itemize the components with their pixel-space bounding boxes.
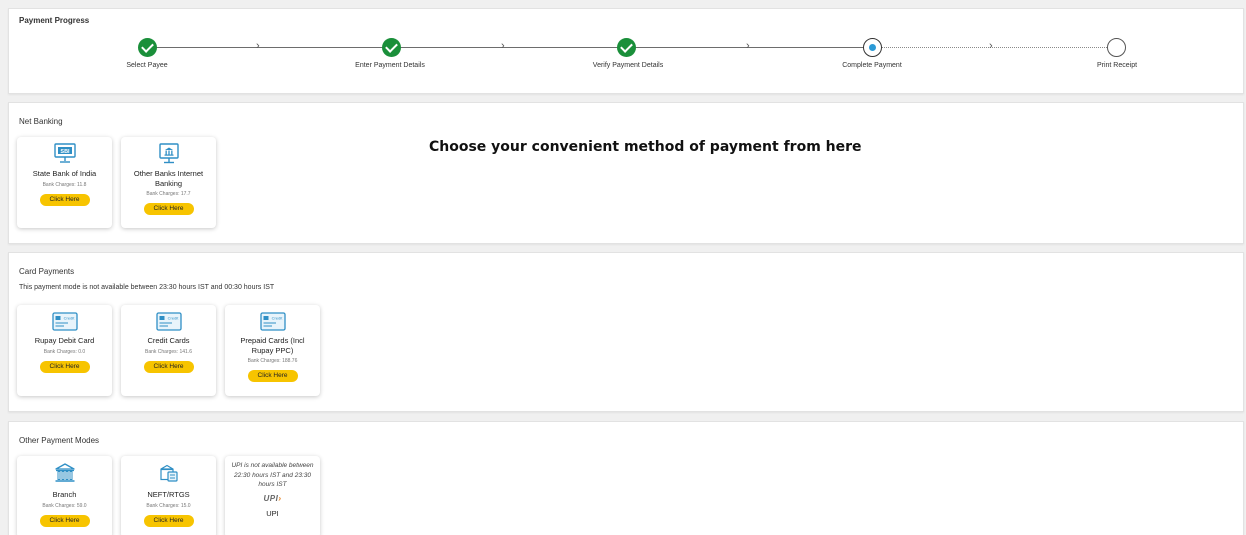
step-label-complete-payment: Complete Payment (842, 62, 902, 69)
upi-availability-note: UPI is not available between 22:30 hours… (231, 462, 314, 488)
svg-text:SBI: SBI (60, 149, 70, 155)
bank-charges-text: Bank Charges: 188.76 (247, 358, 298, 364)
upi-label: UPI (266, 508, 279, 518)
payment-method-instruction: Choose your convenient method of payment… (429, 139, 862, 155)
sbi-click-here-button[interactable]: Click Here (39, 193, 90, 206)
bank-charges-text: Bank Charges: 141.6 (145, 348, 192, 355)
sbi-payment-card[interactable]: SBI State Bank of India Bank Charges: 11… (17, 137, 112, 228)
card-payments-panel: Card Payments This payment mode is not a… (8, 252, 1244, 412)
credit-cards-click-here-button[interactable]: Click Here (143, 360, 194, 373)
rupay-click-here-button[interactable]: Click Here (39, 360, 90, 373)
card-title: Credit Cards (147, 336, 190, 345)
card-availability-note: This payment mode is not available betwe… (19, 284, 275, 291)
card-title: Prepaid Cards (Incl Rupay PPC) (240, 336, 305, 355)
card-title: Branch (52, 490, 77, 499)
progress-chevron-icon: › (501, 40, 505, 52)
card-title: NEFT/RTGS (147, 490, 190, 499)
bank-charges-text: Bank Charges: 17.7 (146, 191, 191, 197)
svg-text:Credit: Credit (167, 316, 179, 321)
progress-track-pending (880, 47, 1125, 48)
other-banks-payment-card[interactable]: Other Banks Internet Banking Bank Charge… (121, 137, 216, 228)
neft-rtgs-payment-card[interactable]: NEFT/RTGS Bank Charges: 15.0 Click Here (121, 456, 216, 535)
bank-charges-text: Bank Charges: 59.0 (42, 502, 87, 509)
payment-progress-panel: Payment Progress › › › › Select Payee En… (8, 8, 1244, 94)
rupay-debit-card-option[interactable]: Credit Rupay Debit Card Bank Charges: 0.… (17, 305, 112, 396)
upi-logo: UPI› (225, 494, 320, 503)
step-label-verify-payment-details: Verify Payment Details (592, 62, 664, 69)
branch-click-here-button[interactable]: Click Here (39, 514, 90, 527)
step-label-select-payee: Select Payee (126, 62, 168, 69)
step-verify-details-check-icon (617, 38, 636, 57)
card-title: Rupay Debit Card (34, 336, 95, 345)
prepaid-cards-option[interactable]: Credit Prepaid Cards (Incl Rupay PPC) Ba… (225, 305, 320, 396)
other-payment-modes-panel: Other Payment Modes Branch Bank Charges:… (8, 421, 1244, 535)
net-banking-panel: Net Banking Choose your convenient metho… (8, 102, 1244, 244)
card-payments-title: Card Payments (19, 267, 75, 276)
card-title: Other Banks Internet Banking (133, 169, 204, 188)
other-banks-click-here-button[interactable]: Click Here (143, 203, 194, 215)
svg-text:Credit: Credit (271, 316, 283, 321)
credit-card-icon: Credit (51, 312, 78, 331)
bank-building-icon (54, 463, 75, 482)
upi-logo-text: UPI (263, 493, 279, 503)
sbi-bank-icon: SBI (53, 143, 76, 163)
progress-chevron-icon: › (746, 40, 750, 52)
bank-monitor-icon (158, 143, 179, 164)
payment-progress-title: Payment Progress (19, 16, 90, 25)
other-payment-modes-title: Other Payment Modes (19, 436, 100, 445)
card-title: State Bank of India (32, 169, 97, 178)
bank-charges-text: Bank Charges: 15.0 (146, 502, 191, 509)
upi-payment-card: UPI is not available between 22:30 hours… (225, 456, 320, 535)
progress-chevron-icon: › (256, 40, 260, 52)
step-enter-details-check-icon (382, 38, 401, 57)
step-select-payee-check-icon (138, 38, 157, 57)
bank-charges-text: Bank Charges: 0.0 (43, 348, 86, 355)
credit-card-icon: Credit (155, 312, 182, 331)
svg-text:Credit: Credit (63, 316, 75, 321)
credit-card-icon: Credit (259, 312, 286, 331)
step-complete-payment-current-icon (863, 38, 882, 57)
progress-chevron-icon: › (989, 40, 993, 52)
neft-transfer-icon (159, 464, 178, 482)
step-print-receipt-pending-icon (1107, 38, 1126, 57)
credit-cards-option[interactable]: Credit Credit Cards Bank Charges: 141.6 … (121, 305, 216, 396)
upi-logo-accent-icon: › (278, 493, 282, 503)
net-banking-title: Net Banking (19, 117, 63, 126)
bank-charges-text: Bank Charges: 11.8 (42, 181, 87, 188)
branch-payment-card[interactable]: Branch Bank Charges: 59.0 Click Here (17, 456, 112, 535)
step-label-print-receipt: Print Receipt (1096, 62, 1138, 69)
step-label-enter-payment-details: Enter Payment Details (355, 62, 425, 69)
prepaid-click-here-button[interactable]: Click Here (247, 370, 298, 382)
neft-rtgs-click-here-button[interactable]: Click Here (143, 514, 194, 527)
